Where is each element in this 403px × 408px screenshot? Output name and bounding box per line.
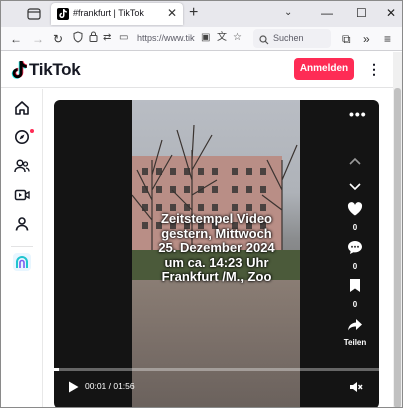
- tiktok-header: TikTok Anmelden ⋮: [1, 52, 393, 88]
- home-icon[interactable]: [14, 100, 30, 116]
- maximize-icon[interactable]: ☐: [356, 4, 367, 22]
- caption-line: 25. Dezember 2024: [158, 240, 275, 255]
- forward-icon[interactable]: →: [32, 31, 44, 47]
- search-icon: [259, 32, 269, 50]
- tab-active[interactable]: #frankfurt | TikTok ✕: [51, 3, 183, 25]
- like-count: 0: [352, 223, 358, 232]
- comment-count: 0: [352, 262, 358, 271]
- comment-button[interactable]: 0: [334, 240, 376, 271]
- profile-icon[interactable]: [14, 216, 30, 232]
- minimize-icon[interactable]: —: [321, 4, 333, 22]
- video-time: 00:01 / 01:56: [85, 381, 135, 391]
- video-progress-fill: [54, 368, 59, 371]
- hamburger-menu-icon[interactable]: ≡: [384, 31, 391, 47]
- share-icon: [348, 319, 362, 331]
- tiktok-page: TikTok Anmelden ⋮ Zeitstempel Video gest…: [1, 52, 393, 407]
- tab-title: #frankfurt | TikTok: [73, 8, 144, 18]
- left-sidebar: [1, 89, 43, 407]
- caption-line: gestern, Mittwoch: [161, 225, 272, 241]
- window-close-icon[interactable]: ✕: [386, 4, 396, 22]
- muted-speaker-icon[interactable]: [349, 380, 363, 398]
- video-caption-overlay: Zeitstempel Video gestern, Mittwoch 25. …: [54, 211, 379, 285]
- page-scrollbar[interactable]: [393, 52, 402, 407]
- scrollbar-thumb[interactable]: [394, 88, 401, 407]
- lock-icon[interactable]: [89, 31, 98, 47]
- browser-window: #frankfurt | TikTok ✕ + ⌄ — ☐ ✕ ← → ↻ ⇄ …: [0, 0, 403, 408]
- logo-text: TikTok: [29, 60, 81, 79]
- tab-close-icon[interactable]: ✕: [167, 6, 177, 20]
- chevron-down-icon: [349, 183, 361, 191]
- navigation-bar: ← → ↻ ⇄ ▭ https://www.tiktok ▣ 文 ☆ Suche…: [1, 27, 402, 51]
- video-ground: [132, 280, 300, 407]
- more-options-icon[interactable]: ⋮: [367, 60, 381, 78]
- notification-dot: [30, 129, 34, 133]
- tiktok-logo-icon: [11, 61, 27, 79]
- reader-view-icon[interactable]: ▣: [201, 31, 210, 45]
- url-text: https://www.tiktok: [137, 33, 195, 43]
- address-bar[interactable]: ⇄ ▭ https://www.tiktok ▣ 文 ☆: [71, 29, 249, 48]
- caption-line: um ca. 14:23 Uhr: [164, 254, 269, 270]
- live-icon[interactable]: [14, 187, 30, 203]
- reload-icon[interactable]: ↻: [53, 31, 63, 47]
- video-player[interactable]: Zeitstempel Video gestern, Mittwoch 25. …: [54, 100, 379, 407]
- firefox-view-icon[interactable]: [27, 7, 41, 20]
- page-icon: ▭: [119, 32, 129, 43]
- explore-icon[interactable]: [14, 129, 30, 145]
- translate-icon[interactable]: 文: [217, 31, 227, 45]
- search-box[interactable]: Suchen: [253, 29, 331, 48]
- save-button[interactable]: 0: [334, 278, 376, 309]
- search-placeholder: Suchen: [273, 33, 304, 43]
- comment-icon: [348, 241, 362, 254]
- bookmark-star-icon[interactable]: ☆: [233, 31, 242, 45]
- like-button[interactable]: 0: [334, 202, 376, 232]
- play-icon[interactable]: [68, 380, 79, 398]
- video-progress-bar[interactable]: [54, 368, 379, 371]
- previous-video-button[interactable]: [334, 152, 376, 170]
- bookmark-icon: [350, 279, 360, 292]
- save-count: 0: [352, 300, 358, 309]
- heart-icon: [347, 202, 363, 216]
- new-tab-button[interactable]: +: [189, 3, 198, 23]
- caption-line: Frankfurt /M., Zoo: [161, 269, 272, 284]
- tab-strip: #frankfurt | TikTok ✕ + ⌄ — ☐ ✕: [1, 1, 402, 27]
- effect-house-icon[interactable]: [13, 253, 31, 271]
- share-label: Teilen: [343, 338, 367, 347]
- following-icon[interactable]: [14, 158, 30, 174]
- sidebar-divider: [11, 246, 33, 247]
- share-button[interactable]: Teilen: [334, 318, 376, 347]
- video-more-icon[interactable]: •••: [349, 106, 367, 122]
- login-button[interactable]: Anmelden: [294, 58, 354, 80]
- next-video-button[interactable]: [334, 178, 376, 196]
- back-icon[interactable]: ←: [10, 31, 22, 47]
- extensions-icon[interactable]: ⧉: [342, 31, 351, 47]
- chevron-up-icon: [349, 157, 361, 165]
- list-all-tabs-icon[interactable]: ⌄: [284, 7, 292, 18]
- caption-line: Zeitstempel Video: [160, 211, 272, 226]
- overflow-chevron-icon[interactable]: »: [363, 31, 370, 47]
- shield-icon[interactable]: [73, 31, 83, 48]
- permissions-icon[interactable]: ⇄: [103, 31, 111, 45]
- tiktok-favicon-icon: [57, 8, 69, 20]
